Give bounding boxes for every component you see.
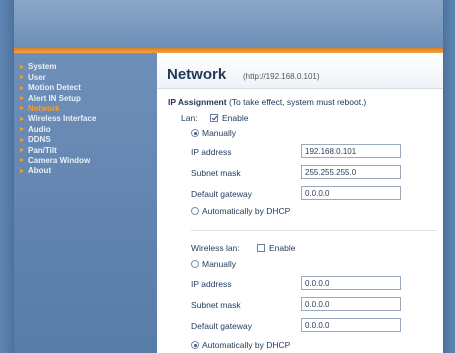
arrow-right-icon <box>20 75 24 80</box>
lan-dhcp-radio[interactable] <box>191 207 199 215</box>
lan-enable-checkbox[interactable] <box>210 114 218 122</box>
arrow-right-icon <box>20 127 24 132</box>
lan-label: Lan: <box>181 113 198 123</box>
sidebar-item-alert-in-setup[interactable]: Alert IN Setup <box>20 93 157 103</box>
lan-gateway-input[interactable] <box>301 186 401 200</box>
section-divider <box>191 230 437 231</box>
wireless-ip-label: IP address <box>191 279 232 289</box>
page-title: Network <box>167 66 227 83</box>
wireless-gateway-input[interactable] <box>301 318 401 332</box>
lan-subnet-input[interactable] <box>301 165 401 179</box>
sidebar-item-system[interactable]: System <box>20 62 157 72</box>
arrow-right-icon <box>20 168 24 173</box>
sidebar-item-label: Audio <box>28 124 51 134</box>
sidebar-item-label: About <box>28 166 52 176</box>
wireless-label: Wireless lan: <box>191 243 240 253</box>
arrow-right-icon <box>20 85 24 90</box>
lan-subnet-label: Subnet mask <box>191 168 241 178</box>
ip-assignment-heading: IP Assignment (To take effect, system mu… <box>168 97 366 107</box>
sidebar-item-ddns[interactable]: DDNS <box>20 135 157 145</box>
left-page-shade <box>0 0 14 353</box>
sidebar-item-about[interactable]: About <box>20 166 157 176</box>
right-page-shade <box>443 0 455 353</box>
wireless-subnet-label: Subnet mask <box>191 300 241 310</box>
lan-manual-radio[interactable] <box>191 129 199 137</box>
lan-ip-input[interactable] <box>301 144 401 158</box>
app-window: System User Motion Detect Alert IN Setup… <box>14 0 443 353</box>
section-title: IP Assignment <box>168 97 227 107</box>
sidebar-item-label: Camera Window <box>28 155 91 165</box>
arrow-right-icon <box>20 158 24 163</box>
arrow-right-icon <box>20 64 24 69</box>
top-banner <box>14 0 443 47</box>
sidebar-item-label: User <box>28 72 46 82</box>
title-bar: Network (http://192.168.0.101) <box>157 53 443 89</box>
wireless-ip-input[interactable] <box>301 276 401 290</box>
wireless-manual-radio[interactable] <box>191 260 199 268</box>
lan-gateway-label: Default gateway <box>191 189 252 199</box>
arrow-right-icon <box>20 137 24 142</box>
wireless-enable-label: Enable <box>269 243 296 253</box>
sidebar-item-wireless-interface[interactable]: Wireless Interface <box>20 114 157 124</box>
sidebar-item-label: Motion Detect <box>28 83 81 93</box>
arrow-right-icon <box>20 116 24 121</box>
sidebar-item-camera-window[interactable]: Camera Window <box>20 156 157 166</box>
page-url: (http://192.168.0.101) <box>243 72 320 81</box>
sidebar-item-user[interactable]: User <box>20 72 157 82</box>
lan-dhcp-label: Automatically by DHCP <box>202 206 291 216</box>
sidebar-item-motion-detect[interactable]: Motion Detect <box>20 83 157 93</box>
main-panel: Network (http://192.168.0.101) IP Assign… <box>157 53 443 353</box>
sidebar: System User Motion Detect Alert IN Setup… <box>14 53 157 353</box>
lan-ip-label: IP address <box>191 147 232 157</box>
sidebar-item-label: Network <box>28 103 60 113</box>
sidebar-item-label: DDNS <box>28 135 51 145</box>
wireless-enable-checkbox[interactable] <box>257 244 265 252</box>
arrow-right-icon <box>20 148 24 153</box>
wireless-dhcp-label: Automatically by DHCP <box>202 340 291 350</box>
sidebar-item-audio[interactable]: Audio <box>20 124 157 134</box>
sidebar-item-label: Alert IN Setup <box>28 93 81 103</box>
arrow-right-icon <box>20 96 24 101</box>
wireless-gateway-label: Default gateway <box>191 321 252 331</box>
wireless-subnet-input[interactable] <box>301 297 401 311</box>
wireless-manual-label: Manually <box>202 259 237 269</box>
wireless-dhcp-radio[interactable] <box>191 341 199 349</box>
lan-enable-label: Enable <box>222 113 249 123</box>
sidebar-item-label: Pan/Tilt <box>28 145 57 155</box>
sidebar-item-label: Wireless Interface <box>28 114 97 124</box>
sidebar-item-network[interactable]: Network <box>20 104 157 114</box>
reboot-note: (To take effect, system must reboot.) <box>228 97 367 107</box>
lan-manual-label: Manually <box>202 128 237 138</box>
arrow-right-icon <box>20 106 24 111</box>
sidebar-item-pan-tilt[interactable]: Pan/Tilt <box>20 145 157 155</box>
sidebar-item-label: System <box>28 62 57 72</box>
